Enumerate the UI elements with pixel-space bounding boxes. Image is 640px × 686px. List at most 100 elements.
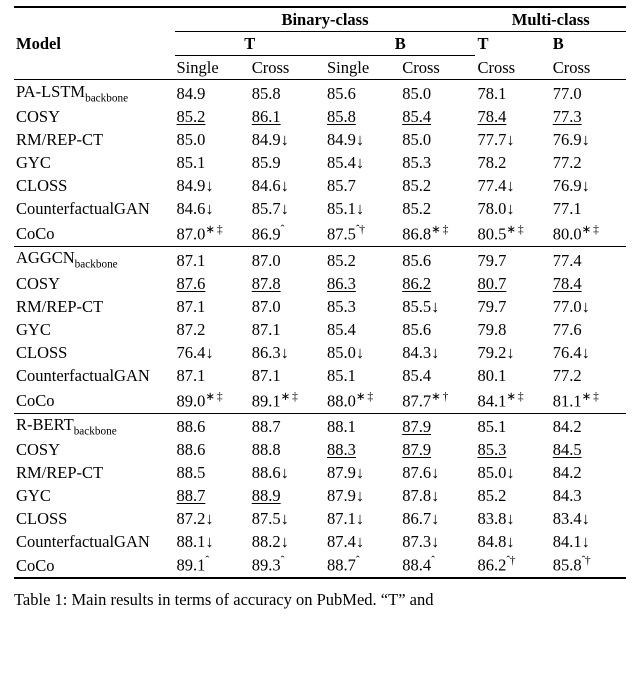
underline-value: 77.3 (553, 107, 582, 126)
table-row: COSY 88.6 88.8 88.3 87.9 85.3 84.5 (14, 439, 626, 462)
bold-value: 89.0 (177, 391, 206, 410)
header-cross: Cross (475, 56, 550, 80)
underline-value: 78.4 (553, 274, 582, 293)
bold-value: 81.1 (553, 391, 582, 410)
cell: 85.8 (325, 105, 400, 128)
model-name: CounterfactualGAN (14, 531, 175, 554)
cell: 85.8 (250, 80, 325, 106)
table-row: COSY 87.6 87.8 86.3 86.2 80.7 78.4 (14, 272, 626, 295)
table-row: RM/REP-CT 85.0 84.9↓ 84.9↓ 85.0 77.7↓ 76… (14, 128, 626, 151)
bold-value: 87.5 (327, 224, 356, 243)
header-binary-t: T (175, 32, 325, 56)
underline-value: 85.2 (177, 107, 206, 126)
cell: 87.2↓ (175, 508, 250, 531)
bold-value: 86.8 (402, 224, 431, 243)
cell: 87.5ˆ† (325, 220, 400, 246)
table-row: CLOSS 76.4↓ 86.3↓ 85.0↓ 84.3↓ 79.2↓ 76.4… (14, 341, 626, 364)
cell: 77.2 (551, 364, 626, 387)
cell: 85.1↓ (325, 197, 400, 220)
stat-mark: ˆ† (356, 224, 365, 236)
cell: 77.4↓ (475, 174, 550, 197)
cell: 87.4↓ (325, 531, 400, 554)
stat-mark: ˆ (205, 555, 208, 567)
cell: 87.1 (175, 295, 250, 318)
stat-mark: ˆ† (582, 555, 591, 567)
cell: 86.1 (250, 105, 325, 128)
cell: 85.4 (400, 364, 475, 387)
underline-value: 86.1 (252, 107, 281, 126)
header-multi-t: T (475, 32, 550, 56)
cell: 88.7 (250, 413, 325, 439)
model-name: COSY (14, 105, 175, 128)
cell: 86.2ˆ† (475, 554, 550, 579)
cell: 87.9↓ (325, 485, 400, 508)
table-row: GYC 87.2 87.1 85.4 85.6 79.8 77.6 (14, 318, 626, 341)
cell: 85.1 (475, 413, 550, 439)
cell: 85.2 (175, 105, 250, 128)
model-text: PA-LSTM (16, 82, 85, 101)
bold-value: 87.0 (177, 224, 206, 243)
header-model: Model (14, 7, 175, 80)
cell: 88.6 (175, 413, 250, 439)
bold-value: 86.2 (477, 556, 506, 575)
cell: 89.3ˆ (250, 554, 325, 579)
stat-mark: ∗ ‡ (281, 391, 298, 403)
group-rbert: R-BERTbackbone 88.6 88.7 88.1 87.9 85.1 … (14, 413, 626, 578)
bold-value: 86.9 (252, 224, 281, 243)
stat-mark: ∗ ‡ (356, 391, 373, 403)
cell: 87.9 (400, 439, 475, 462)
table-row: AGGCNbackbone 87.1 87.0 85.2 85.6 79.7 7… (14, 246, 626, 272)
cell: 88.7ˆ (325, 554, 400, 579)
header-multi-b: B (551, 32, 626, 56)
cell: 87.6↓ (400, 462, 475, 485)
cell: 76.4↓ (175, 341, 250, 364)
cell: 85.3 (400, 151, 475, 174)
cell: 85.6 (400, 318, 475, 341)
cell: 88.9 (250, 485, 325, 508)
model-text: AGGCN (16, 248, 75, 267)
cell: 86.8∗ ‡ (400, 220, 475, 246)
cell: 88.1↓ (175, 531, 250, 554)
table-row-coco: CoCo 89.1ˆ 89.3ˆ 88.7ˆ 88.4ˆ 86.2ˆ† 85.8… (14, 554, 626, 579)
stat-mark: ∗ † (431, 391, 448, 403)
cell: 78.4 (475, 105, 550, 128)
cell: 87.8 (250, 272, 325, 295)
cell: 84.9↓ (175, 174, 250, 197)
cell: 87.6 (175, 272, 250, 295)
underline-value: 88.3 (327, 440, 356, 459)
cell: 84.9 (175, 80, 250, 106)
table-row-coco: CoCo 87.0∗ ‡ 86.9ˆ 87.5ˆ† 86.8∗ ‡ 80.5∗ … (14, 220, 626, 246)
cell: 85.0 (400, 128, 475, 151)
cell: 85.0↓ (325, 341, 400, 364)
cell: 85.0 (175, 128, 250, 151)
cell: 85.4 (400, 105, 475, 128)
model-name: COSY (14, 439, 175, 462)
header-single: Single (325, 56, 400, 80)
cell: 87.0∗ ‡ (175, 220, 250, 246)
cell: 84.3 (551, 485, 626, 508)
cell: 85.2 (400, 197, 475, 220)
cell: 86.7↓ (400, 508, 475, 531)
model-name: CoCo (14, 387, 175, 413)
bold-value: 84.1 (477, 391, 506, 410)
cell: 84.2 (551, 462, 626, 485)
table-row-coco: CoCo 89.0∗ ‡ 89.1∗ ‡ 88.0∗ ‡ 87.7∗ † 84.… (14, 387, 626, 413)
model-name: CoCo (14, 554, 175, 579)
table-row: CounterfactualGAN 84.6↓ 85.7↓ 85.1↓ 85.2… (14, 197, 626, 220)
table-row: CLOSS 87.2↓ 87.5↓ 87.1↓ 86.7↓ 83.8↓ 83.4… (14, 508, 626, 531)
cell: 87.3↓ (400, 531, 475, 554)
model-name: R-BERTbackbone (14, 413, 175, 439)
table-row: COSY 85.2 86.1 85.8 85.4 78.4 77.3 (14, 105, 626, 128)
cell: 84.6↓ (175, 197, 250, 220)
model-name: CLOSS (14, 341, 175, 364)
cell: 88.3 (325, 439, 400, 462)
cell: 77.7↓ (475, 128, 550, 151)
underline-value: 80.7 (477, 274, 506, 293)
cell: 77.2 (551, 151, 626, 174)
cell: 77.0↓ (551, 295, 626, 318)
cell: 89.1ˆ (175, 554, 250, 579)
underline-value: 86.2 (402, 274, 431, 293)
cell: 87.1 (175, 246, 250, 272)
header-cross: Cross (551, 56, 626, 80)
stat-mark: ∗ ‡ (582, 224, 599, 236)
